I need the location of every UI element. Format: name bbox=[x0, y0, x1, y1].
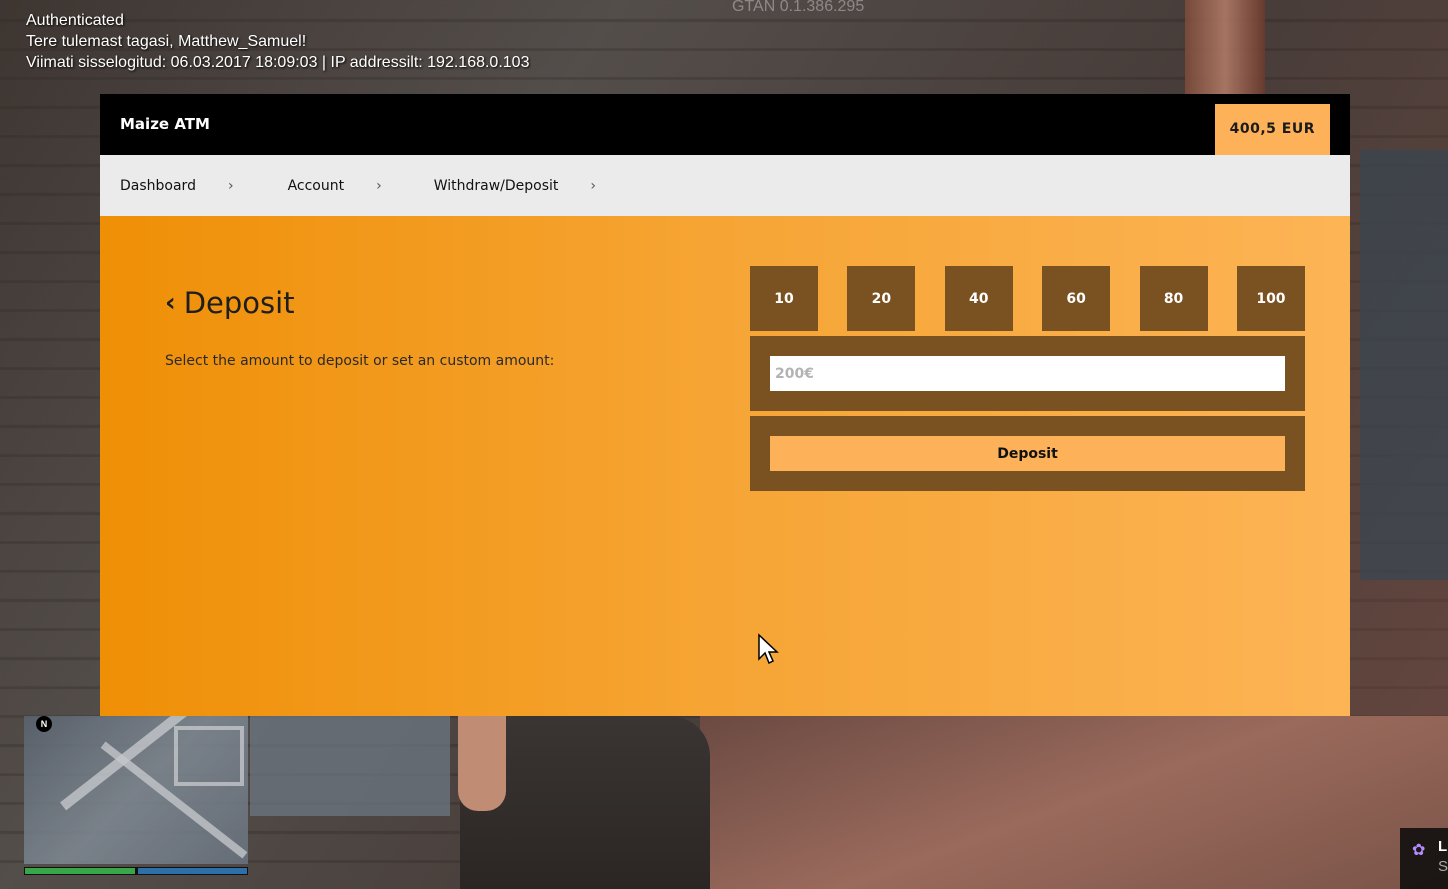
deposit-instructions: Select the amount to deposit or set an c… bbox=[165, 353, 555, 369]
chevron-left-icon: ‹ bbox=[165, 288, 176, 318]
balance-badge: 400,5 EUR bbox=[1214, 104, 1330, 155]
background-sidewalk bbox=[700, 716, 1448, 889]
compass-north-icon: N bbox=[36, 716, 52, 732]
breadcrumb: Dashboard › Account › Withdraw/Deposit › bbox=[100, 155, 1350, 216]
feather-icon: ✿ bbox=[1412, 842, 1426, 859]
login-info: Authenticated Tere tulemast tagasi, Matt… bbox=[26, 10, 529, 73]
version-watermark: GTAN 0.1.386.295 bbox=[732, 0, 865, 15]
welcome-message: Tere tulemast tagasi, Matthew_Samuel! bbox=[26, 33, 307, 50]
background-door bbox=[1360, 150, 1448, 580]
amount-button-20[interactable]: 20 bbox=[847, 266, 916, 331]
custom-amount-panel bbox=[750, 336, 1305, 411]
chevron-right-icon: › bbox=[590, 177, 597, 194]
deposit-button[interactable]: Deposit bbox=[770, 436, 1285, 471]
minimap-building bbox=[174, 726, 244, 786]
breadcrumb-label: Dashboard bbox=[120, 177, 196, 194]
atm-window: Maize ATM 400,5 EUR Dashboard › Account … bbox=[100, 94, 1350, 716]
health-bar bbox=[25, 868, 135, 874]
amount-button-80[interactable]: 80 bbox=[1139, 266, 1208, 331]
breadcrumb-label: Withdraw/Deposit bbox=[433, 177, 559, 194]
atm-title: Maize ATM bbox=[120, 115, 210, 133]
amount-button-100[interactable]: 100 bbox=[1236, 266, 1305, 331]
chevron-right-icon: › bbox=[376, 177, 382, 194]
last-login-info: Viimati sisselogitud: 06.03.2017 18:09:0… bbox=[26, 54, 530, 71]
amount-button-40[interactable]: 40 bbox=[944, 266, 1013, 331]
auth-status: Authenticated bbox=[26, 12, 124, 29]
page-title: Deposit bbox=[183, 286, 295, 320]
mouse-cursor-icon bbox=[758, 633, 779, 665]
breadcrumb-account[interactable]: Account › bbox=[288, 178, 382, 194]
custom-amount-input[interactable] bbox=[770, 356, 1285, 391]
breadcrumb-withdraw-deposit[interactable]: Withdraw/Deposit › bbox=[434, 178, 596, 194]
deposit-submit-panel: Deposit bbox=[750, 416, 1305, 491]
chevron-right-icon: › bbox=[227, 177, 234, 194]
amount-button-60[interactable]: 60 bbox=[1042, 266, 1111, 331]
notification-toast: ✿ Li S bbox=[1400, 828, 1448, 889]
background-pillar bbox=[1185, 0, 1265, 95]
back-to-previous[interactable]: ‹ Deposit bbox=[165, 286, 295, 320]
amount-button-10[interactable]: 10 bbox=[750, 266, 818, 331]
notification-subtitle: S bbox=[1438, 858, 1448, 875]
notification-title: Li bbox=[1438, 838, 1448, 855]
minimap bbox=[24, 716, 248, 864]
breadcrumb-dashboard[interactable]: Dashboard › bbox=[120, 178, 234, 194]
amount-options: 10 20 40 60 80 100 bbox=[750, 266, 1305, 331]
armor-bar bbox=[138, 868, 247, 874]
background-atm-machine bbox=[250, 716, 450, 816]
breadcrumb-label: Account bbox=[287, 177, 345, 194]
status-bars bbox=[24, 867, 248, 875]
atm-header: Maize ATM 400,5 EUR bbox=[100, 94, 1350, 155]
background-character-arm bbox=[458, 716, 506, 811]
atm-body: ‹ Deposit Select the amount to deposit o… bbox=[100, 216, 1350, 716]
